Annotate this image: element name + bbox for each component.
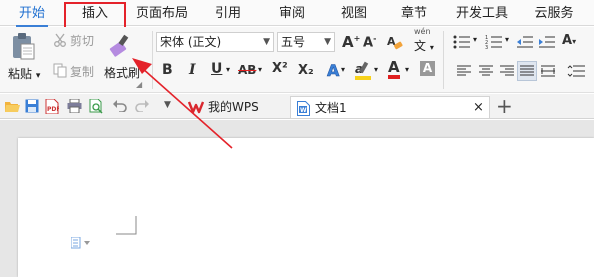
save-disk-icon[interactable] (24, 98, 40, 114)
line-spacing-icon[interactable] (566, 64, 588, 78)
quick-access-customize-dropdown-icon[interactable]: ▼ (164, 100, 171, 110)
doc-tab-label: 文档1 (315, 101, 347, 115)
ribbon-separator (443, 31, 444, 89)
copy-button[interactable]: 复制 (70, 63, 94, 80)
doc-tab-label: 我的WPS (208, 100, 259, 114)
subscript-button[interactable]: X₂ (298, 63, 314, 78)
phonetic-guide-glyph: 文 (414, 39, 427, 53)
new-tab-plus-icon[interactable]: + (496, 94, 513, 118)
paste-button[interactable]: 粘贴 ▾ (8, 65, 40, 82)
scissors-icon (52, 32, 68, 48)
print-icon[interactable] (66, 98, 82, 114)
svg-text:W: W (300, 107, 307, 114)
distributed-align-icon[interactable] (540, 64, 556, 78)
numbered-list-dropdown-icon[interactable]: ▾ (505, 35, 509, 44)
grow-font-button[interactable]: A+ (342, 33, 360, 51)
tab-references[interactable]: 引用 (208, 0, 248, 26)
svg-text:3: 3 (485, 45, 488, 49)
align-right-icon[interactable] (499, 64, 515, 78)
grow-font-glyph: A (342, 33, 354, 51)
minus-icon: - (373, 34, 377, 43)
chevron-down-icon: ▾ (572, 37, 577, 46)
shrink-font-glyph: A (363, 35, 374, 51)
font-color-dropdown-icon[interactable]: ▾ (405, 65, 409, 74)
font-size-value: 五号 (281, 35, 306, 49)
font-family-value: 宋体 (正文) (160, 35, 222, 49)
print-preview-icon[interactable] (88, 98, 104, 114)
chevron-down-icon: ▾ (429, 43, 434, 52)
word-doc-icon: W (295, 100, 311, 116)
bullet-list-dropdown-icon[interactable]: ▾ (473, 35, 477, 44)
tab-review[interactable]: 审阅 (272, 0, 312, 26)
svg-text:PDF: PDF (47, 106, 59, 113)
numbered-list-icon[interactable]: 123 (484, 34, 504, 50)
ribbon-toolbar: 粘贴 ▾ 剪切 复制 格式刷 ◢ 宋体 (正文) ▼ 五号 ▼ A+ A- A … (0, 27, 594, 93)
italic-button[interactable]: I (189, 62, 196, 78)
phonetic-guide-top: wén (414, 27, 431, 36)
tab-view[interactable]: 视图 (334, 0, 374, 26)
paste-clipboard-icon[interactable] (8, 31, 38, 61)
clear-formatting-eraser-icon[interactable]: A (386, 33, 404, 51)
increase-indent-icon[interactable] (538, 34, 556, 50)
quick-access-bar: PDF ▼ 我的WPS W 文档1 × + (0, 94, 594, 119)
character-shading-button[interactable]: A (420, 61, 435, 76)
highlight-dropdown-icon[interactable]: ▾ (374, 65, 378, 74)
align-left-icon[interactable] (456, 64, 472, 78)
paragraph-layout-icon[interactable] (70, 236, 92, 250)
format-painter-button[interactable]: 格式刷 (104, 64, 140, 81)
export-pdf-icon[interactable]: PDF (44, 98, 60, 114)
margin-corner-marker (116, 216, 137, 235)
font-color-button[interactable]: A (388, 59, 400, 79)
strikethrough-button[interactable]: AB (238, 63, 256, 77)
format-painter-brush-icon[interactable] (108, 31, 134, 59)
bold-button[interactable]: B (162, 62, 173, 78)
underline-button[interactable]: U (211, 61, 222, 77)
chevron-down-icon: ▼ (324, 37, 331, 47)
strikethrough-dropdown-icon[interactable]: ▾ (258, 65, 262, 74)
doc-tab-my-wps[interactable]: 我的WPS (182, 96, 286, 118)
highlight-marker-icon[interactable]: a (354, 61, 372, 81)
wps-logo-icon (188, 99, 204, 115)
plus-icon: + (353, 34, 361, 43)
bullet-list-icon[interactable] (452, 34, 472, 50)
justify-icon[interactable] (517, 61, 537, 81)
chevron-down-icon: ▼ (263, 37, 270, 47)
tab-home[interactable]: 开始 (10, 0, 54, 27)
redo-icon[interactable] (134, 98, 150, 114)
tab-cloud-services[interactable]: 云服务 (526, 0, 582, 26)
cut-button[interactable]: 剪切 (70, 32, 94, 49)
tab-developer-tools[interactable]: 开发工具 (451, 0, 513, 26)
decrease-indent-icon[interactable] (516, 34, 534, 50)
paste-dropdown-arrow-icon[interactable]: ▾ (36, 71, 41, 81)
tab-insert[interactable]: 插入 (68, 0, 122, 26)
shrink-font-button[interactable]: A- (363, 34, 376, 50)
align-center-icon[interactable] (478, 64, 494, 78)
underline-dropdown-icon[interactable]: ▾ (226, 65, 230, 74)
superscript-button[interactable]: X² (272, 61, 288, 76)
document-page[interactable] (18, 138, 594, 277)
menu-bar: 开始 插入 页面布局 引用 审阅 视图 章节 开发工具 云服务 (0, 0, 594, 27)
close-tab-icon[interactable]: × (473, 97, 484, 119)
phonetic-guide-button[interactable]: 文 ▾ (414, 37, 434, 54)
text-effect-button[interactable]: A (327, 61, 340, 81)
tab-page-layout[interactable]: 页面布局 (134, 0, 190, 26)
copy-icon (52, 62, 68, 78)
paste-label: 粘贴 (8, 67, 33, 81)
font-family-select[interactable]: 宋体 (正文) ▼ (156, 32, 274, 52)
font-size-select[interactable]: 五号 ▼ (277, 32, 335, 52)
ribbon-separator (152, 31, 153, 89)
doc-tab-document1[interactable]: W 文档1 × (290, 96, 490, 118)
undo-icon[interactable] (112, 98, 128, 114)
clipboard-dialog-launcher-icon[interactable]: ◢ (136, 80, 142, 89)
open-folder-icon[interactable] (4, 98, 20, 114)
text-direction-button[interactable]: A▾ (562, 33, 576, 48)
document-canvas (0, 120, 594, 277)
tab-section[interactable]: 章节 (394, 0, 434, 26)
text-effect-dropdown-icon[interactable]: ▾ (341, 65, 345, 74)
